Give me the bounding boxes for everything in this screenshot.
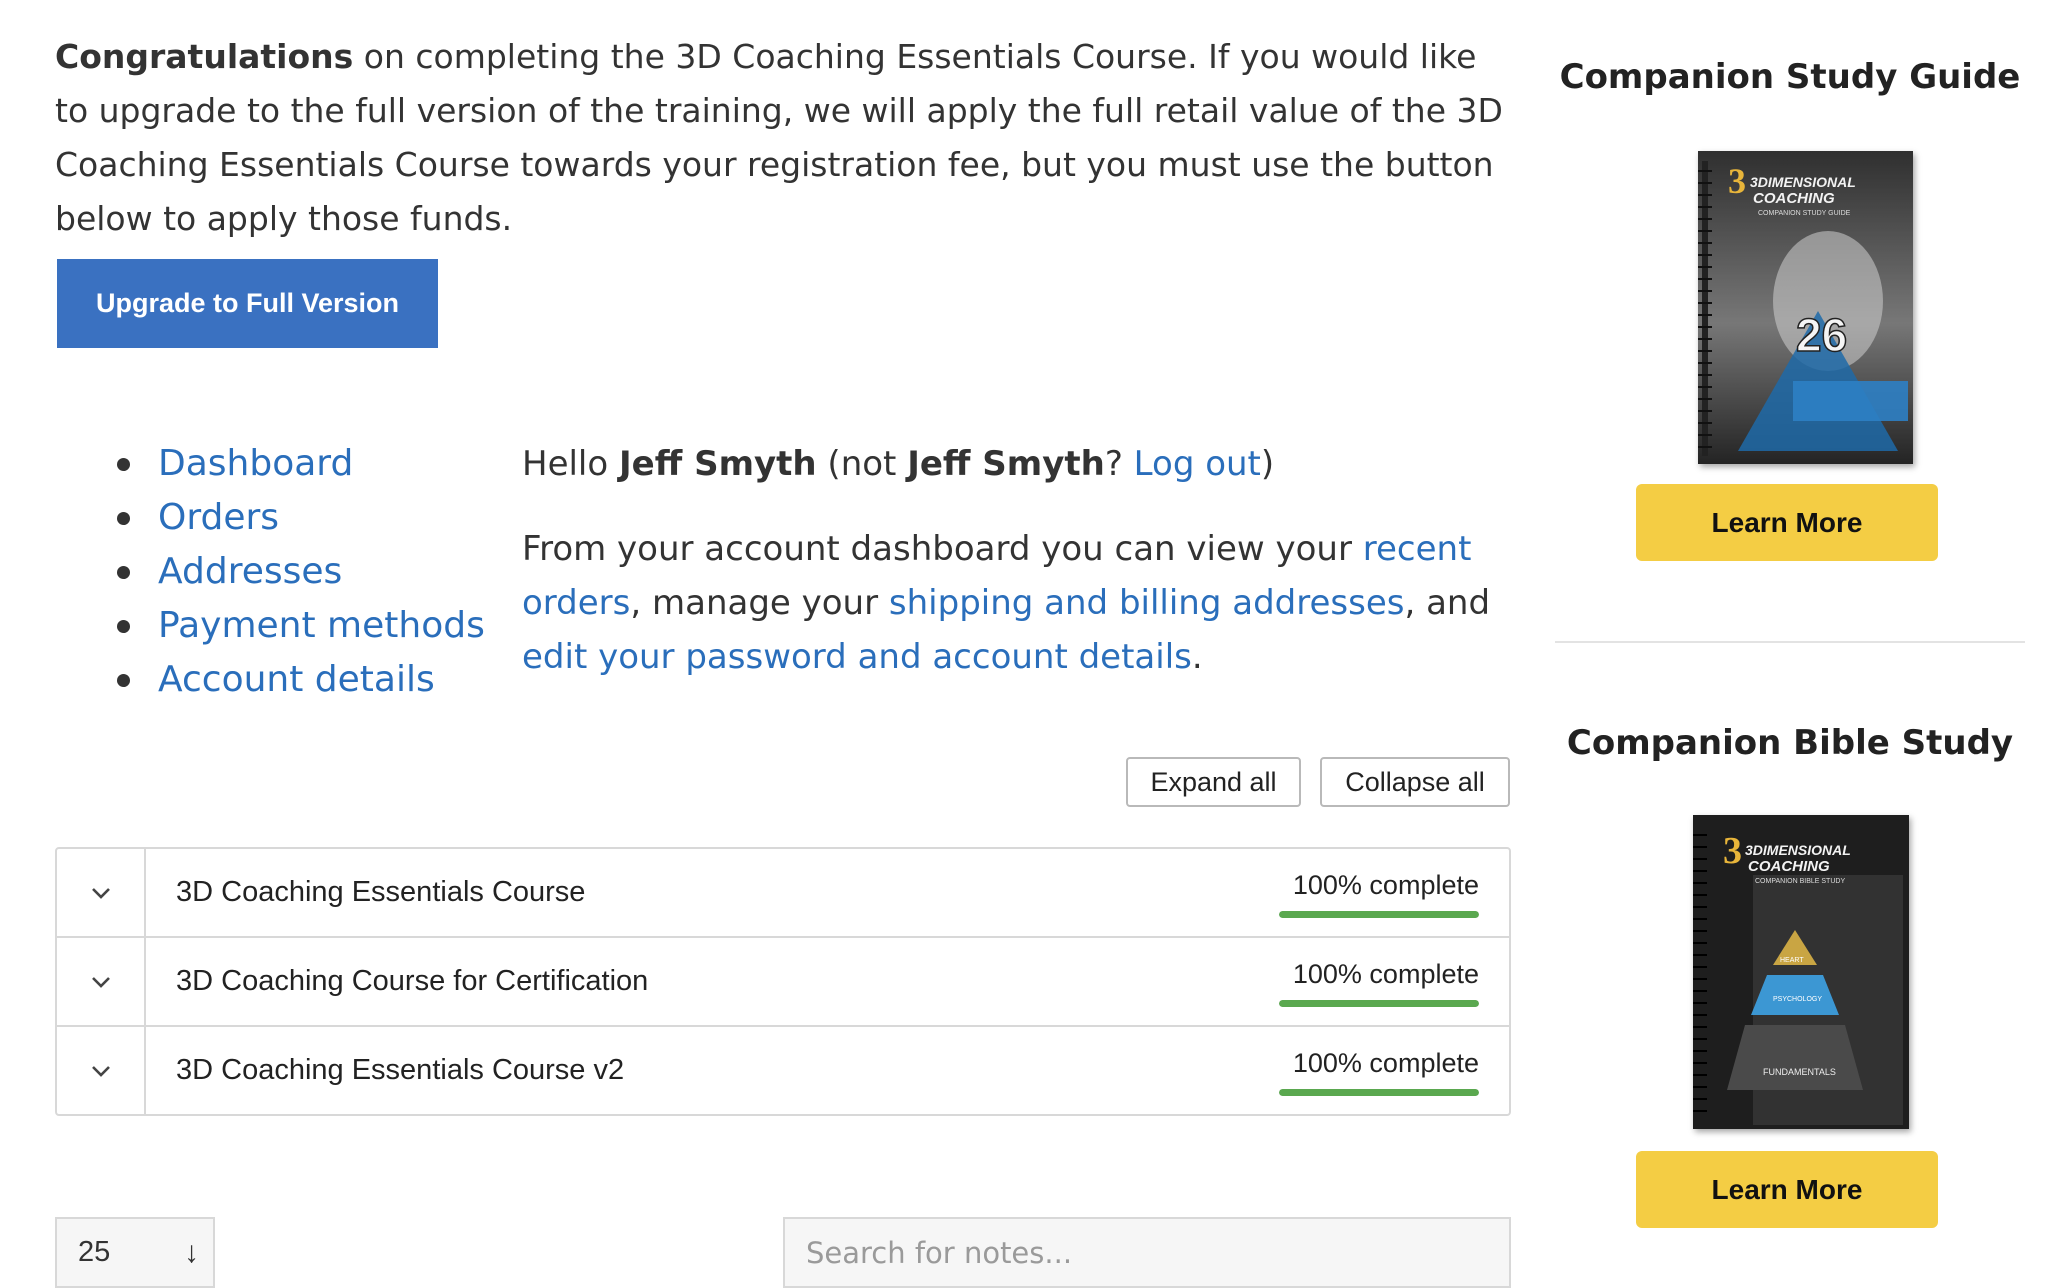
cover-tier-fundamentals: FUNDAMENTALS — [1763, 1067, 1836, 1077]
progress-label: 100% complete — [1292, 1047, 1479, 1078]
addresses-link[interactable]: shipping and billing addresses — [889, 583, 1405, 623]
study-guide-cover-image[interactable]: 3 3DIMENSIONAL COACHING COMPANION STUDY … — [1698, 151, 1913, 464]
chevron-down-icon — [91, 976, 110, 988]
intro-text-4: . — [1191, 637, 1203, 677]
cover-tier-heart: HEART — [1780, 957, 1804, 964]
nav-item-addresses[interactable]: Addresses — [117, 545, 485, 599]
cover-sub: COMPANION STUDY GUIDE — [1758, 210, 1851, 217]
sidebar-divider — [1555, 641, 2025, 643]
cover-tier-psychology: PSYCHOLOGY — [1773, 996, 1822, 1003]
cover-brand-1: 3DIMENSIONAL — [1750, 174, 1856, 190]
course-title[interactable]: 3D Coaching Essentials Course v2 — [146, 1027, 1279, 1114]
progress-fill — [1279, 1088, 1479, 1096]
progress-bar — [1279, 910, 1479, 918]
bible-study-title: Companion Bible Study — [1566, 723, 2014, 763]
course-progress: 100% complete — [1279, 938, 1479, 1025]
notes-per-page-select[interactable]: 25 ↓ — [55, 1217, 215, 1288]
cover-3d-mark: 3 — [1723, 830, 1742, 872]
cover-3d-mark: 3 — [1728, 161, 1746, 201]
greeting: Hello Jeff Smyth (not Jeff Smyth? Log ou… — [522, 437, 1542, 491]
main-content: Congratulations on completing the 3D Coa… — [55, 30, 1528, 1288]
progress-label: 100% complete — [1292, 958, 1479, 989]
progress-bar — [1279, 999, 1479, 1007]
course-progress: 100% complete — [1279, 849, 1479, 936]
account-dashboard-content: Hello Jeff Smyth (not Jeff Smyth? Log ou… — [522, 437, 1542, 684]
course-row[interactable]: 3D Coaching Essentials Course v2 100% co… — [57, 1025, 1509, 1114]
progress-label: 100% complete — [1292, 869, 1479, 900]
cover-number: 26 — [1796, 309, 1847, 361]
cover-brand-1: 3DIMENSIONAL — [1745, 842, 1851, 858]
cover-brand-2: COACHING — [1753, 190, 1835, 207]
greeting-question: ? — [1104, 444, 1134, 484]
intro-text-3: , and — [1404, 583, 1491, 623]
nav-link-orders[interactable]: Orders — [158, 497, 279, 538]
upgrade-button[interactable]: Upgrade to Full Version — [57, 259, 438, 348]
dashboard-intro: From your account dashboard you can view… — [522, 522, 1542, 684]
chevron-down-icon — [91, 1065, 110, 1077]
progress-fill — [1279, 910, 1479, 918]
cover-sub: COMPANION BIBLE STUDY — [1755, 878, 1845, 885]
greeting-prefix: Hello — [522, 444, 619, 484]
notice-lead: Congratulations — [55, 37, 354, 76]
notes-search-input[interactable] — [783, 1217, 1511, 1288]
nav-item-payment-methods[interactable]: Payment methods — [117, 599, 485, 653]
chevron-down-icon — [91, 887, 110, 899]
collapse-all-button[interactable]: Collapse all — [1320, 757, 1510, 807]
course-expand-toggle[interactable] — [57, 1027, 146, 1114]
user-name: Jeff Smyth — [619, 444, 817, 484]
course-title[interactable]: 3D Coaching Essentials Course — [146, 849, 1279, 936]
progress-bar — [1279, 1088, 1479, 1096]
nav-link-payment-methods[interactable]: Payment methods — [158, 605, 485, 646]
nav-item-dashboard[interactable]: Dashboard — [117, 437, 485, 491]
user-name-2: Jeff Smyth — [907, 444, 1105, 484]
logout-link[interactable]: Log out — [1134, 444, 1261, 484]
nav-item-orders[interactable]: Orders — [117, 491, 485, 545]
account-details-link[interactable]: edit your password and account details — [522, 637, 1192, 677]
nav-link-addresses[interactable]: Addresses — [158, 551, 342, 592]
learn-more-bible-study-button[interactable]: Learn More — [1636, 1151, 1938, 1228]
intro-text-2: , manage your — [630, 583, 889, 623]
study-guide-book-icon: 3 3DIMENSIONAL COACHING COMPANION STUDY … — [1698, 151, 1913, 464]
course-row[interactable]: 3D Coaching Course for Certification 100… — [57, 936, 1509, 1025]
learn-more-study-guide-button[interactable]: Learn More — [1636, 484, 1938, 561]
greeting-not: (not — [816, 444, 908, 484]
per-page-value: 25 — [78, 1236, 111, 1268]
cover-brand-2: COACHING — [1748, 858, 1830, 875]
course-row[interactable]: 3D Coaching Essentials Course 100% compl… — [57, 849, 1509, 936]
study-guide-title: Companion Study Guide — [1559, 57, 2021, 97]
nav-item-account-details[interactable]: Account details — [117, 653, 485, 707]
bible-study-book-icon: 3 3DIMENSIONAL COACHING COMPANION BIBLE … — [1693, 815, 1909, 1129]
arrow-down-icon: ↓ — [184, 1235, 199, 1269]
course-title[interactable]: 3D Coaching Course for Certification — [146, 938, 1279, 1025]
nav-link-account-details[interactable]: Account details — [158, 659, 435, 700]
course-progress: 100% complete — [1279, 1027, 1479, 1114]
course-expand-toggle[interactable] — [57, 938, 146, 1025]
upgrade-notice: Congratulations on completing the 3D Coa… — [55, 30, 1505, 246]
bible-study-cover-image[interactable]: 3 3DIMENSIONAL COACHING COMPANION BIBLE … — [1693, 815, 1909, 1129]
progress-fill — [1279, 999, 1479, 1007]
course-expand-toggle[interactable] — [57, 849, 146, 936]
account-navigation: Dashboard Orders Addresses Payment metho… — [117, 437, 485, 707]
greeting-close: ) — [1260, 444, 1275, 484]
course-list: 3D Coaching Essentials Course 100% compl… — [55, 847, 1511, 1116]
expand-all-button[interactable]: Expand all — [1126, 757, 1301, 807]
nav-link-dashboard[interactable]: Dashboard — [158, 443, 353, 484]
intro-text-1: From your account dashboard you can view… — [522, 529, 1363, 569]
